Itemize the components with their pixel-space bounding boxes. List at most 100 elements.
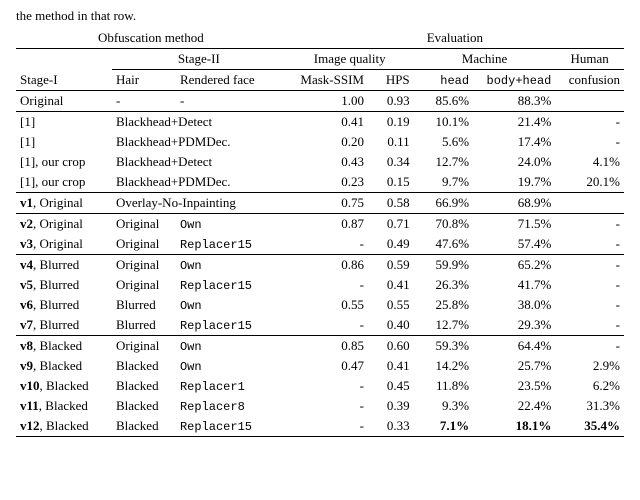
table-row: v10, BlackedBlackedReplacer1-0.4511.8%23… [16, 376, 624, 396]
table-header: Obfuscation method Evaluation Stage-II I… [16, 28, 624, 91]
cell-hair: Blacked [112, 416, 176, 437]
cell-hair: Blurred [112, 295, 176, 315]
cell-hps: 0.55 [368, 295, 414, 315]
table-row: v8, BlackedOriginalOwn0.850.6059.3%64.4%… [16, 336, 624, 357]
cell-bodyhead: 18.1% [473, 416, 555, 437]
cell-bodyhead: 88.3% [473, 91, 555, 112]
table-row: v12, BlackedBlackedReplacer15-0.337.1%18… [16, 416, 624, 437]
table-body: Original--1.000.9385.6%88.3%[1]Blackhead… [16, 91, 624, 437]
cell-bodyhead: 24.0% [473, 152, 555, 172]
table-row: v3, OriginalOriginalReplacer15-0.4947.6%… [16, 234, 624, 255]
table-row: [1], our cropBlackhead+Detect0.430.3412.… [16, 152, 624, 172]
cell-rendered: Replacer15 [176, 315, 286, 336]
cell-hair: Blacked [112, 396, 176, 416]
cell-hps: 0.33 [368, 416, 414, 437]
table-row: [1]Blackhead+Detect0.410.1910.1%21.4%- [16, 112, 624, 133]
cell-head: 26.3% [414, 275, 473, 295]
cell-head: 9.7% [414, 172, 473, 193]
cell-bodyhead: 68.9% [473, 193, 555, 214]
cell-rendered: - [176, 91, 286, 112]
cell-mask-ssim: 0.75 [286, 193, 368, 214]
cell-bodyhead: 22.4% [473, 396, 555, 416]
cell-mask-ssim: 0.20 [286, 132, 368, 152]
cell-rendered: Replacer8 [176, 396, 286, 416]
cell-stage1: [1] [16, 112, 112, 133]
cell-mask-ssim: 0.23 [286, 172, 368, 193]
hdr-head: head [414, 70, 473, 91]
cell-hair: - [112, 91, 176, 112]
table-row: [1]Blackhead+PDMDec.0.200.115.6%17.4%- [16, 132, 624, 152]
cell-hps: 0.60 [368, 336, 414, 357]
cell-stage1: v11, Blacked [16, 396, 112, 416]
cell-stage1: v1, Original [16, 193, 112, 214]
cell-hps: 0.39 [368, 396, 414, 416]
cell-stage2-merged: Blackhead+Detect [112, 152, 286, 172]
cell-bodyhead: 23.5% [473, 376, 555, 396]
cell-human: 35.4% [555, 416, 624, 437]
cell-head: 70.8% [414, 214, 473, 235]
cell-stage1: v7, Blurred [16, 315, 112, 336]
cell-head: 5.6% [414, 132, 473, 152]
cell-hair: Blacked [112, 376, 176, 396]
cell-head: 10.1% [414, 112, 473, 133]
cell-bodyhead: 17.4% [473, 132, 555, 152]
cell-human: - [555, 234, 624, 255]
cell-bodyhead: 57.4% [473, 234, 555, 255]
cell-head: 66.9% [414, 193, 473, 214]
cell-stage2-merged: Overlay-No-Inpainting [112, 193, 286, 214]
cell-hair: Original [112, 275, 176, 295]
cell-rendered: Replacer15 [176, 234, 286, 255]
cell-mask-ssim: 0.85 [286, 336, 368, 357]
cell-hps: 0.45 [368, 376, 414, 396]
cell-stage1: v8, Blacked [16, 336, 112, 357]
cell-mask-ssim: 1.00 [286, 91, 368, 112]
cell-human [555, 91, 624, 112]
cell-human: - [555, 132, 624, 152]
cell-bodyhead: 71.5% [473, 214, 555, 235]
table-row: v11, BlackedBlackedReplacer8-0.399.3%22.… [16, 396, 624, 416]
table-row: v4, BlurredOriginalOwn0.860.5959.9%65.2%… [16, 255, 624, 276]
cell-stage1: [1] [16, 132, 112, 152]
cell-bodyhead: 65.2% [473, 255, 555, 276]
results-table: Obfuscation method Evaluation Stage-II I… [16, 28, 624, 437]
cell-hps: 0.11 [368, 132, 414, 152]
table-row: v1, OriginalOverlay-No-Inpainting0.750.5… [16, 193, 624, 214]
hdr-machine: Machine [414, 49, 556, 70]
cell-hps: 0.41 [368, 275, 414, 295]
cell-bodyhead: 64.4% [473, 336, 555, 357]
hdr-hps: HPS [368, 70, 414, 91]
cell-mask-ssim: - [286, 275, 368, 295]
cell-human: 31.3% [555, 396, 624, 416]
hdr-hair: Hair [112, 70, 176, 91]
hdr-stage2: Stage-II [112, 49, 286, 70]
cell-stage1: v9, Blacked [16, 356, 112, 376]
cell-stage1: [1], our crop [16, 152, 112, 172]
cell-head: 85.6% [414, 91, 473, 112]
cell-hair: Original [112, 336, 176, 357]
cell-rendered: Own [176, 295, 286, 315]
cell-hps: 0.59 [368, 255, 414, 276]
cell-rendered: Own [176, 336, 286, 357]
cell-human: - [555, 255, 624, 276]
table-row: v7, BlurredBlurredReplacer15-0.4012.7%29… [16, 315, 624, 336]
hdr-stage1: Stage-I [16, 70, 112, 91]
hdr-confusion: confusion [555, 70, 624, 91]
cell-stage2-merged: Blackhead+PDMDec. [112, 172, 286, 193]
cell-mask-ssim: - [286, 416, 368, 437]
hdr-human: Human [555, 49, 624, 70]
cell-head: 47.6% [414, 234, 473, 255]
cell-human: - [555, 275, 624, 295]
cell-mask-ssim: 0.87 [286, 214, 368, 235]
cell-bodyhead: 21.4% [473, 112, 555, 133]
cell-head: 11.8% [414, 376, 473, 396]
cell-hair: Original [112, 234, 176, 255]
cell-head: 25.8% [414, 295, 473, 315]
cell-hps: 0.41 [368, 356, 414, 376]
cell-head: 14.2% [414, 356, 473, 376]
cell-stage2-merged: Blackhead+Detect [112, 112, 286, 133]
cell-stage1: v6, Blurred [16, 295, 112, 315]
hdr-bodyhead: body+head [473, 70, 555, 91]
cell-human: - [555, 214, 624, 235]
cell-hps: 0.58 [368, 193, 414, 214]
cell-human: - [555, 295, 624, 315]
